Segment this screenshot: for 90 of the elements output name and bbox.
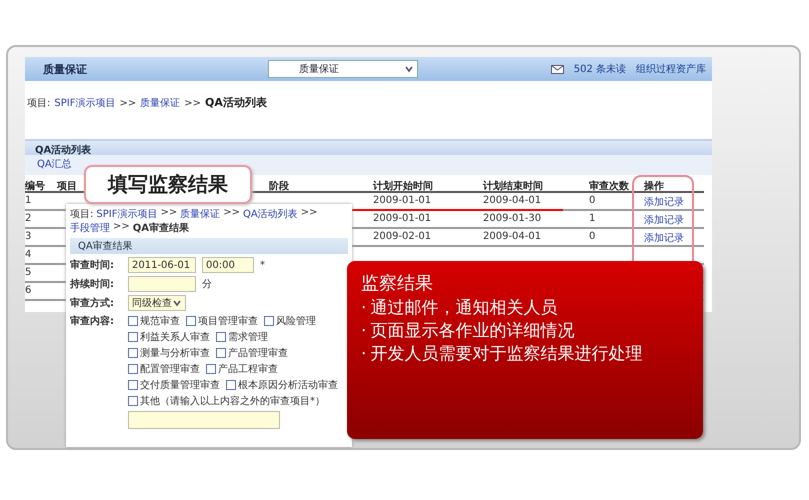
callout-label: 填写监察结果 [84, 165, 252, 204]
checkbox-label: 交付质量管理审查 [140, 378, 220, 392]
breadcrumb-separator: >> [300, 207, 318, 220]
breadcrumb-link[interactable]: SPIF演示项目 [96, 207, 158, 221]
caret-icon [172, 299, 182, 307]
table-cell: 2009-04-01 [483, 195, 542, 206]
add-record-link[interactable]: 添加记录 [644, 215, 684, 226]
checkbox[interactable] [186, 316, 196, 326]
bullet-mark: · [361, 320, 366, 343]
checkbox[interactable] [128, 380, 138, 390]
checkbox-label: 利益关系人审查 [140, 330, 210, 344]
add-record-link[interactable]: 添加记录 [644, 197, 684, 208]
breadcrumb-link[interactable]: QA活动列表 [243, 207, 298, 221]
table-cell: 2009-02-01 [373, 231, 432, 242]
unit-label: 分 [202, 278, 212, 291]
checkbox-label: 产品工程审查 [218, 362, 278, 376]
breadcrumb-separator: >> [223, 207, 240, 220]
table-cell: 1 [25, 195, 32, 206]
column-header: 编号 [25, 175, 57, 193]
breadcrumb-separator: >> [184, 98, 201, 109]
column-header: 操作 [644, 175, 704, 193]
breadcrumb-current: QA审查结果 [132, 221, 190, 235]
field-label: 持续时间: [70, 278, 115, 291]
checkbox[interactable] [128, 332, 138, 342]
note-text: 通过邮件，通知相关人员 [370, 297, 558, 320]
note-title: 监察结果 [361, 272, 434, 295]
table-cell: 2009-04-01 [483, 231, 542, 242]
column-header: 审查次数 [569, 175, 644, 193]
checkbox-label: 需求管理 [228, 330, 268, 344]
panel-title: QA活动列表 [25, 139, 712, 155]
checkbox-label: 根本原因分析活动审查 [238, 378, 338, 392]
duration-field[interactable] [128, 276, 196, 292]
breadcrumb-link[interactable]: SPIF演示项目 [54, 96, 116, 110]
module-select[interactable]: 质量保证 [268, 60, 418, 78]
time-field[interactable]: 00:00 [202, 257, 254, 273]
method-select[interactable]: 同级检查 [128, 295, 186, 311]
checkbox[interactable] [216, 332, 226, 342]
checkbox[interactable] [206, 364, 216, 374]
required-mark: * [260, 260, 265, 270]
breadcrumb-separator: >> [113, 221, 130, 234]
table-cell: 3 [25, 231, 32, 242]
checkbox-label: 项目管理审查 [198, 314, 258, 328]
bullet-mark: · [361, 297, 366, 320]
table-cell: 2009-01-01 [373, 195, 432, 206]
breadcrumb-link[interactable]: 质量保证 [180, 207, 220, 221]
table-cell: 2009-01-30 [483, 213, 542, 224]
breadcrumb-label: 项目: [27, 97, 50, 110]
field-label: 审查方式: [70, 296, 115, 310]
table-cell: 0 [589, 231, 596, 242]
field-label: 审查内容: [70, 314, 115, 328]
table-cell: 2 [25, 213, 32, 224]
module-title: 质量保证 [43, 62, 88, 76]
checkbox[interactable] [128, 364, 138, 374]
checkbox[interactable] [128, 396, 138, 406]
form-title: QA审查结果 [70, 238, 348, 254]
mail-icon[interactable] [550, 64, 564, 74]
table-cell: 0 [589, 195, 596, 206]
checkbox[interactable] [226, 380, 236, 390]
bullet-mark: · [361, 342, 366, 366]
table-cell: 2009-01-01 [373, 213, 432, 224]
checkbox-label: 其他（请输入以上内容之外的审查项目*） [140, 394, 325, 408]
add-record-link[interactable]: 添加记录 [644, 233, 684, 244]
breadcrumb-current: QA活动列表 [205, 95, 267, 110]
unread-mail-link[interactable]: 502 条未读 [574, 62, 626, 76]
breadcrumb-link[interactable]: 质量保证 [140, 96, 180, 110]
caret-icon [404, 65, 414, 73]
checkbox-label: 配置管理审查 [140, 362, 200, 376]
breadcrumb-label: 项目: [70, 208, 94, 221]
checkbox[interactable] [264, 316, 274, 326]
checkbox[interactable] [128, 316, 138, 326]
note-text: 页面显示各作业的详细情况 [370, 320, 574, 343]
checkbox[interactable] [128, 348, 138, 358]
date-field[interactable]: 2011-06-01 [128, 257, 196, 273]
checkbox-label: 规范审查 [140, 314, 180, 328]
checkbox[interactable] [216, 348, 226, 358]
breadcrumb-separator: >> [160, 207, 178, 220]
column-header: 计划开始时间 [357, 175, 457, 193]
asset-library-link[interactable]: 组织过程资产库 [636, 62, 706, 76]
table-cell: 5 [25, 267, 32, 278]
column-header: 计划结束时间 [457, 175, 569, 193]
note-text: 开发人员需要对于监察结果进行处理 [370, 342, 642, 366]
breadcrumb-link[interactable]: 手段管理 [70, 221, 110, 235]
table-cell: 1 [589, 213, 596, 224]
breadcrumb-separator: >> [119, 98, 136, 109]
checkbox-label: 风险管理 [276, 315, 316, 328]
checkbox-label: 测量与分析审查 [140, 346, 210, 360]
table-cell: 6 [25, 285, 32, 296]
field-label: 审查时间: [70, 258, 115, 272]
checkbox-label: 产品管理审查 [228, 346, 288, 360]
table-cell: 4 [25, 249, 32, 260]
